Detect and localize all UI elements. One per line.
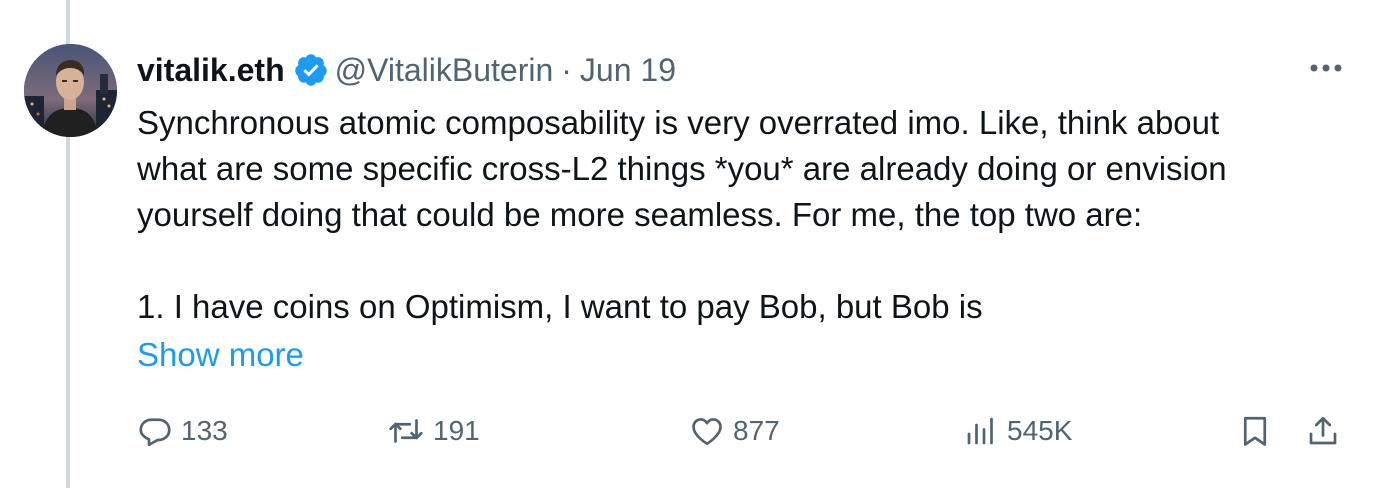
tweet-card[interactable]: vitalik.eth @VitalikButerin · Jun 19 Syn…: [0, 0, 1386, 494]
views-count: 545K: [1007, 415, 1073, 446]
bookmark-button[interactable]: [1237, 408, 1281, 454]
heart-icon: [689, 413, 733, 449]
tweet-header: vitalik.eth @VitalikButerin · Jun 19: [137, 48, 676, 92]
views-button[interactable]: 545K: [963, 408, 1072, 454]
reply-button[interactable]: 133: [137, 408, 228, 454]
retweet-icon: [387, 413, 433, 449]
retweet-count: 191: [433, 415, 480, 446]
tweet-text: Synchronous atomic composability is very…: [137, 104, 1227, 325]
like-count: 877: [733, 415, 780, 446]
show-more-link[interactable]: Show more: [137, 332, 304, 378]
verified-badge-icon: [293, 52, 329, 88]
like-button[interactable]: 877: [689, 408, 780, 454]
share-button[interactable]: [1305, 408, 1349, 454]
retweet-button[interactable]: 191: [387, 408, 480, 454]
views-chart-icon: [963, 413, 1007, 449]
avatar[interactable]: [24, 44, 117, 137]
separator-dot: ·: [561, 51, 572, 88]
reply-icon: [137, 413, 181, 449]
user-handle[interactable]: @VitalikButerin: [335, 52, 554, 89]
tweet-date[interactable]: Jun 19: [580, 52, 676, 89]
display-name[interactable]: vitalik.eth: [137, 52, 285, 89]
bookmark-icon: [1237, 413, 1281, 449]
tweet-actions: 133 191 877 545K: [137, 408, 1352, 454]
reply-count: 133: [181, 415, 228, 446]
share-icon: [1305, 413, 1349, 449]
more-options-icon[interactable]: [1306, 50, 1346, 86]
